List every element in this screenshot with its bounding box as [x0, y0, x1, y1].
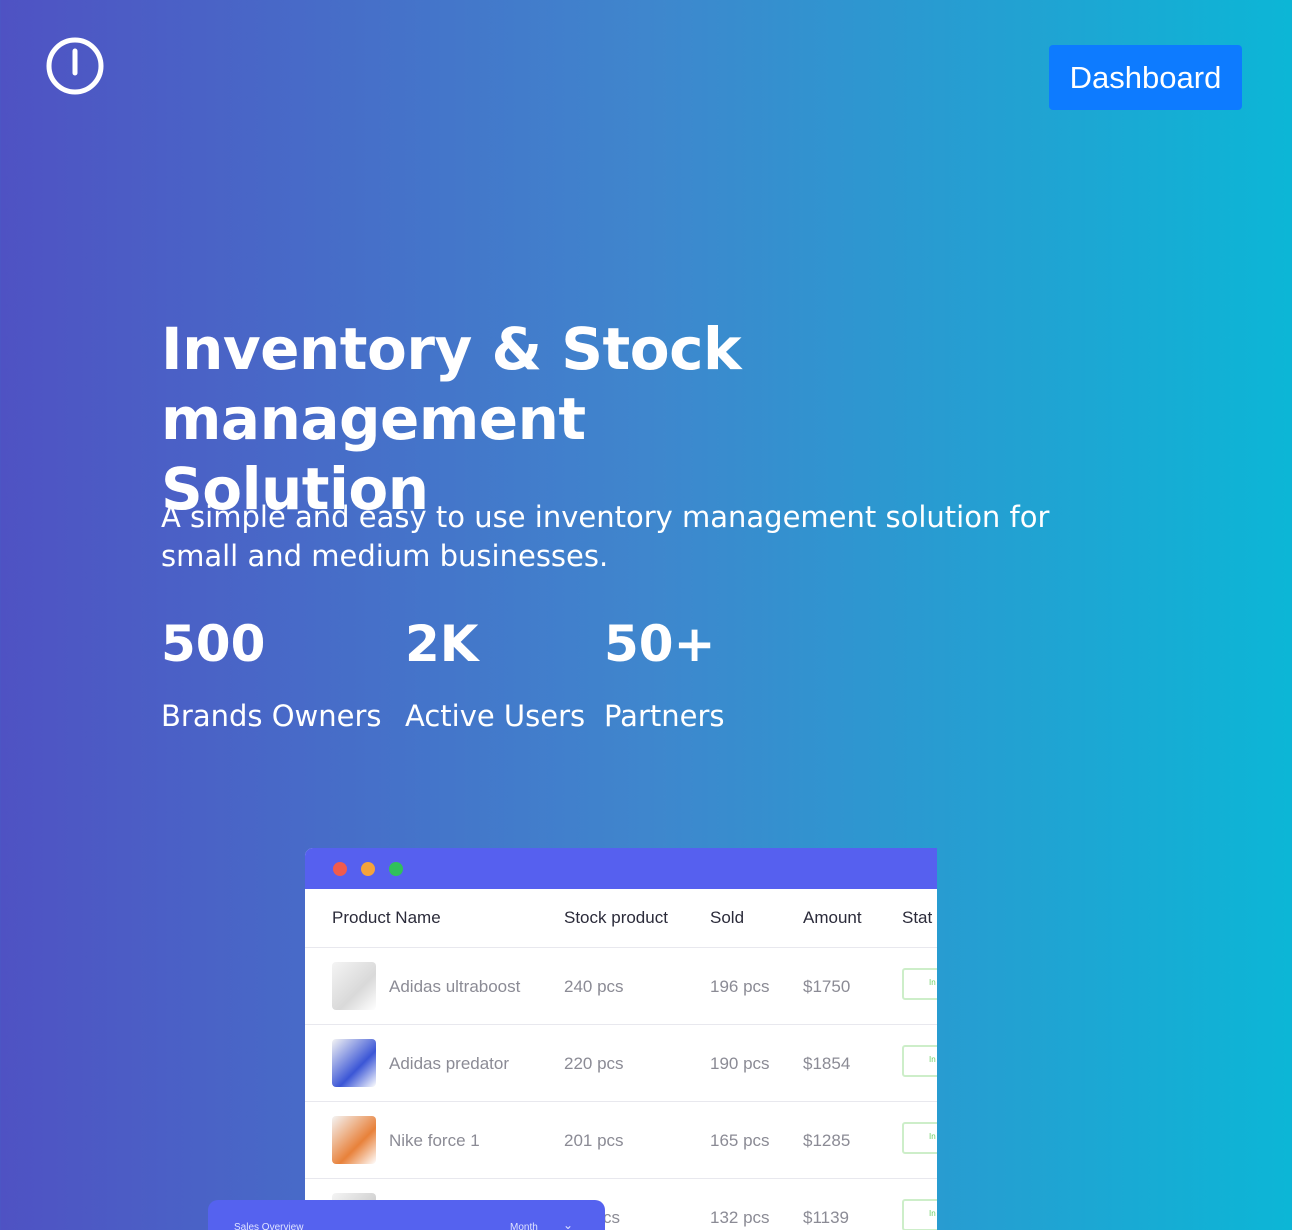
product-name: Adidas predator — [389, 1054, 510, 1073]
product-sold: 196 pcs — [710, 977, 770, 996]
table-row: Nike force 1 201 pcs 165 pcs $1285 In — [305, 1102, 937, 1179]
dashboard-button[interactable]: Dashboard — [1049, 45, 1242, 110]
mockup-titlebar — [305, 848, 937, 889]
product-sold: 190 pcs — [710, 1054, 770, 1073]
status-badge: In — [902, 1199, 937, 1230]
sales-overview-card: Sales Overview Month ⌄ — [208, 1200, 605, 1230]
product-stock: 220 pcs — [564, 1054, 624, 1073]
product-amount: $1285 — [803, 1131, 851, 1150]
product-sold: 165 pcs — [710, 1131, 770, 1150]
product-thumbnail — [332, 1039, 376, 1087]
period-selector[interactable]: Month — [510, 1222, 538, 1230]
product-amount: $1750 — [803, 977, 851, 996]
hero-subtitle: A simple and easy to use inventory manag… — [161, 498, 1111, 576]
app-mockup-window: Product Name Stock product Sold Amount S… — [305, 848, 937, 1230]
product-name: Adidas ultraboost — [389, 977, 521, 996]
hero-subtitle-line-2: small and medium businesses. — [161, 539, 609, 573]
product-stock: 240 pcs — [564, 977, 624, 996]
window-minimize-dot — [361, 861, 375, 876]
stat-users-value: 2K — [405, 615, 479, 673]
stat-users-label: Active Users — [405, 699, 586, 733]
product-thumbnail — [332, 1116, 376, 1164]
product-name: Nike force 1 — [389, 1131, 480, 1150]
product-amount: $1139 — [803, 1208, 850, 1227]
stat-partners-value: 50+ — [604, 615, 716, 673]
hero-title: Inventory & Stock management Solution — [161, 314, 1161, 524]
stat-brands-label: Brands Owners — [161, 699, 382, 733]
column-product-name: Product Name — [332, 908, 441, 927]
window-close-dot — [333, 861, 347, 876]
product-stock: cs — [603, 1208, 620, 1227]
stat-brands-value: 500 — [161, 615, 266, 673]
table-header: Product Name Stock product Sold Amount S… — [305, 889, 937, 948]
hero-subtitle-line-1: A simple and easy to use inventory manag… — [161, 500, 1050, 534]
column-sold: Sold — [710, 908, 745, 927]
chevron-down-icon[interactable]: ⌄ — [563, 1218, 573, 1230]
table-row: Adidas ultraboost 240 pcs 196 pcs $1750 … — [305, 948, 937, 1025]
window-maximize-dot — [389, 861, 403, 876]
column-status: Stat — [902, 908, 933, 927]
product-amount: $1854 — [803, 1054, 851, 1073]
product-thumbnail — [332, 962, 376, 1010]
status-badge: In — [902, 1045, 937, 1077]
power-icon[interactable] — [45, 37, 105, 95]
product-sold: 132 pcs — [710, 1208, 770, 1227]
status-badge: In — [902, 1122, 937, 1154]
stat-partners-label: Partners — [604, 699, 725, 733]
column-stock-product: Stock product — [564, 908, 668, 927]
status-badge: In — [902, 968, 937, 1000]
column-amount: Amount — [803, 908, 862, 927]
hero-title-line-1: Inventory & Stock management — [161, 315, 742, 453]
table-row: Adidas predator 220 pcs 190 pcs $1854 In — [305, 1025, 937, 1102]
sales-overview-title: Sales Overview — [234, 1222, 304, 1230]
product-stock: 201 pcs — [564, 1131, 624, 1150]
